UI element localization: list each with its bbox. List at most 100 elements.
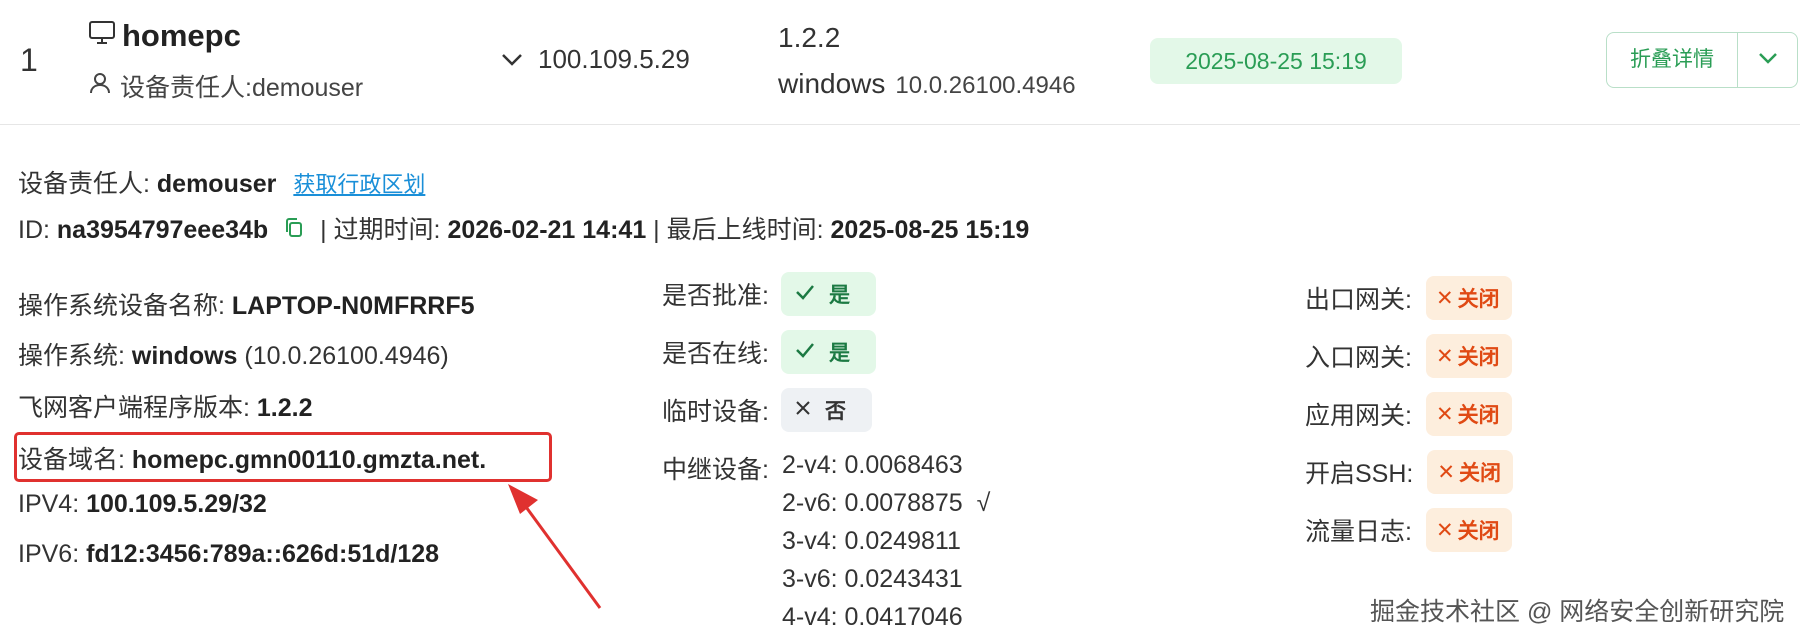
collapse-details-button[interactable]: 折叠详情 xyxy=(1607,33,1738,87)
close-icon xyxy=(795,398,811,422)
os-device-name: 操作系统设备名称: LAPTOP-N0MFRRF5 xyxy=(18,286,475,322)
os-version: 10.0.26100.4946 xyxy=(895,72,1076,99)
status-value: 关闭 xyxy=(1457,288,1500,311)
close-icon: ✕ xyxy=(1435,518,1454,542)
os-name: windows xyxy=(778,68,886,99)
kv-key: 临时设备: xyxy=(662,398,769,426)
approved-badge: 是 xyxy=(780,272,876,316)
device-owner: 设备责任人:demouser xyxy=(88,68,363,104)
row-index: 1 xyxy=(20,42,38,78)
ipv6-field: IPV6: fd12:3456:789a::626d:51d/128 xyxy=(18,540,439,569)
client-version: 1.2.2 xyxy=(778,22,841,53)
close-icon: ✕ xyxy=(1435,344,1454,368)
approved-field: 是否批准: 是 xyxy=(662,272,876,316)
app-gateway-field: 应用网关: ✕ 关闭 xyxy=(1305,392,1512,436)
temp-device-badge: 否 xyxy=(780,388,872,432)
kv-key: 流量日志: xyxy=(1305,518,1412,546)
kv-value: fd12:3456:789a::626d:51d/128 xyxy=(86,540,440,568)
last-seen-badge: 2025-08-25 15:19 xyxy=(1150,38,1402,84)
kv-key: 操作系统设备名称: xyxy=(18,292,232,320)
status-badge: ✕ 关闭 xyxy=(1425,276,1512,320)
owner-key: 设备责任人: xyxy=(18,170,157,198)
id-key: ID: xyxy=(18,216,57,244)
id-value: na3954797eee34b xyxy=(56,216,269,244)
temp-device-field: 临时设备: 否 xyxy=(662,388,872,432)
os-field: 操作系统: windows (10.0.26100.4946) xyxy=(18,336,449,372)
kv-value: homepc.gmn00110.gmzta.net. xyxy=(131,446,487,474)
get-admin-region-link[interactable]: 获取行政区划 xyxy=(293,172,425,197)
device-name[interactable]: homepc xyxy=(88,18,241,54)
kv-key: 出口网关: xyxy=(1305,286,1412,314)
kv-key: 是否批准: xyxy=(662,282,769,310)
status-value: 关闭 xyxy=(1457,404,1500,427)
list-item: 4-v4: 0.0417046 xyxy=(782,603,963,631)
kv-value: windows xyxy=(131,342,238,370)
close-icon: ✕ xyxy=(1435,286,1454,310)
status-badge: ✕ 关闭 xyxy=(1427,450,1513,494)
list-item: 2-v4: 0.0068463 xyxy=(782,451,963,479)
kv-key: 操作系统: xyxy=(18,342,132,370)
ingress-gateway-field: 入口网关: ✕ 关闭 xyxy=(1305,334,1512,378)
relay-key: 中继设备: xyxy=(662,456,769,484)
id-line: ID: na3954797eee34b | 过期时间: 2026-02-21 1… xyxy=(18,210,1029,246)
online-field: 是否在线: 是 xyxy=(662,330,876,374)
status-value: 关闭 xyxy=(1458,462,1501,485)
ip-cell[interactable]: 100.109.5.29 xyxy=(500,44,690,75)
chevron-down-icon[interactable] xyxy=(500,44,524,75)
monitor-icon xyxy=(88,18,116,54)
traffic-log-field: 流量日志: ✕ 关闭 xyxy=(1305,508,1512,552)
ipv4-field: IPV4: 100.109.5.29/32 xyxy=(18,490,267,519)
kv-key: 入口网关: xyxy=(1305,344,1412,372)
device-hostname: homepc xyxy=(122,18,241,53)
ssh-field: 开启SSH: ✕ 关闭 xyxy=(1305,450,1513,494)
approved-value: 是 xyxy=(828,284,850,307)
kv-key: 设备域名: xyxy=(18,446,132,474)
list-item: 2-v6: 0.0078875 √ xyxy=(782,489,991,517)
client-version-field: 飞网客户端程序版本: 1.2.2 xyxy=(18,388,313,424)
temp-device-value: 否 xyxy=(824,400,846,423)
watermark: 掘金技术社区 @ 网络安全创新研究院 xyxy=(1370,598,1785,626)
copy-icon[interactable] xyxy=(275,217,313,246)
kv-key: IPV6: xyxy=(18,540,87,568)
kv-value: LAPTOP-N0MFRRF5 xyxy=(231,292,475,320)
list-item: 3-v6: 0.0243431 xyxy=(782,565,963,593)
more-actions-dropdown[interactable] xyxy=(1738,33,1797,87)
kv-extra: (10.0.26100.4946) xyxy=(237,342,449,370)
kv-value: 1.2.2 xyxy=(256,394,313,422)
status-value: 关闭 xyxy=(1457,520,1500,543)
chevron-down-icon xyxy=(1757,51,1779,70)
kv-key: 应用网关: xyxy=(1305,402,1412,430)
expire-key: | 过期时间: xyxy=(320,216,448,244)
list-item: 3-v4: 0.0249811 xyxy=(782,527,961,555)
check-icon xyxy=(795,282,815,306)
collapse-details-button-group: 折叠详情 xyxy=(1606,32,1798,88)
kv-key: 开启SSH: xyxy=(1305,460,1414,488)
last-online-key: | 最后上线时间: xyxy=(646,216,831,244)
user-icon xyxy=(88,71,112,102)
kv-key: 是否在线: xyxy=(662,340,769,368)
kv-value: 100.109.5.29/32 xyxy=(86,490,267,518)
os-info: windows 10.0.26100.4946 xyxy=(778,68,1076,100)
kv-key: IPV4: xyxy=(18,490,87,518)
check-icon xyxy=(795,340,815,364)
egress-gateway-field: 出口网关: ✕ 关闭 xyxy=(1305,276,1512,320)
arrow-annotation-icon xyxy=(508,484,602,609)
status-badge: ✕ 关闭 xyxy=(1425,508,1512,552)
status-badge: ✕ 关闭 xyxy=(1425,392,1512,436)
owner-value: demouser xyxy=(156,170,277,198)
status-badge: ✕ 关闭 xyxy=(1425,334,1512,378)
relay-list: 2-v4: 0.0068463 2-v6: 0.0078875 √ 3-v4: … xyxy=(782,446,990,636)
owner-line: 设备责任人: demouser 获取行政区划 xyxy=(18,164,425,200)
close-icon: ✕ xyxy=(1435,402,1454,426)
device-row: 1 homepc 设备责任人:demouser 100.109.5.29 1.2… xyxy=(0,0,1800,125)
owner-text: 设备责任人:demouser xyxy=(120,74,364,102)
status-value: 关闭 xyxy=(1457,346,1500,369)
expire-value: 2026-02-21 14:41 xyxy=(447,216,647,244)
last-online-value: 2025-08-25 15:19 xyxy=(830,216,1030,244)
close-icon: ✕ xyxy=(1437,460,1455,484)
ip-address: 100.109.5.29 xyxy=(538,44,690,74)
online-value: 是 xyxy=(828,342,850,365)
online-badge: 是 xyxy=(780,330,876,374)
device-domain-field: 设备域名: homepc.gmn00110.gmzta.net. xyxy=(18,440,486,476)
kv-key: 飞网客户端程序版本: xyxy=(18,394,257,422)
